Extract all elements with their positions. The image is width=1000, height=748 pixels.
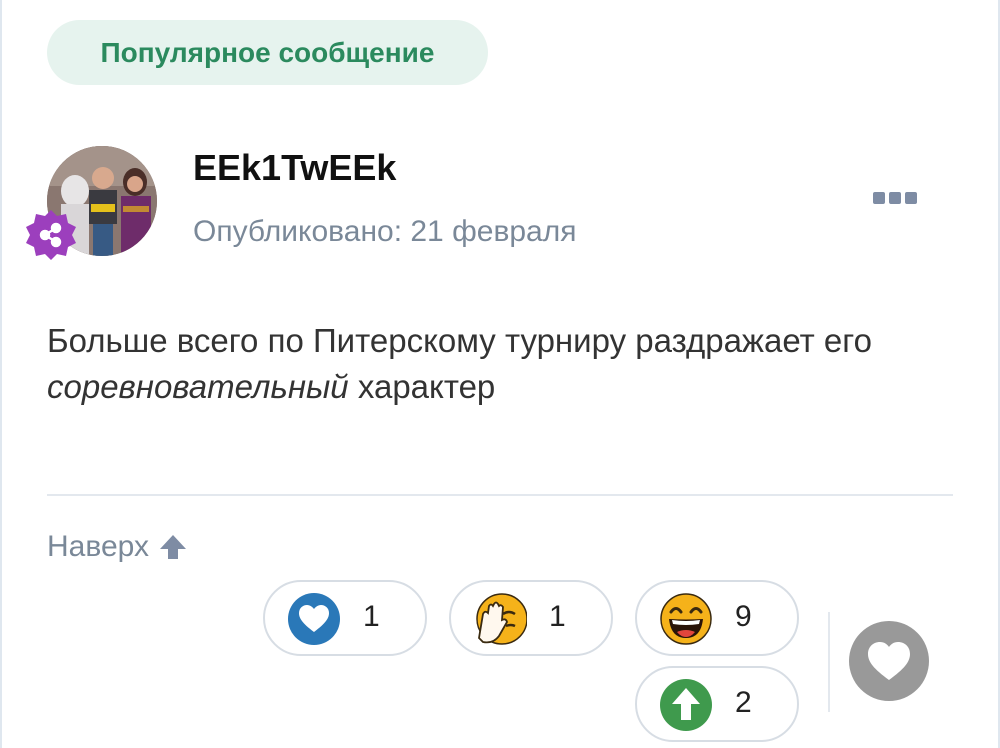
- reaction-facepalm[interactable]: 1: [449, 580, 613, 656]
- reaction-count: 2: [735, 686, 752, 719]
- group-badge: [26, 210, 76, 260]
- post-text-end: характер: [348, 368, 496, 405]
- more-dot: [889, 192, 901, 204]
- facepalm-emoji-icon: [476, 593, 527, 645]
- heart-icon: [288, 593, 340, 645]
- post-author[interactable]: EEk1TwEEk: [193, 147, 396, 189]
- post-body: Больше всего по Питерскому турниру раздр…: [47, 318, 947, 410]
- reaction-heart[interactable]: 1: [263, 580, 427, 656]
- reaction-laughing[interactable]: 9: [635, 580, 799, 656]
- reaction-count: 1: [549, 600, 566, 633]
- post-text-italic: соревновательный: [47, 368, 349, 405]
- like-button[interactable]: [849, 621, 929, 701]
- laughing-emoji-icon: [660, 593, 712, 645]
- more-icon[interactable]: [873, 190, 921, 206]
- more-dot: [905, 192, 917, 204]
- frame-border-left: [0, 0, 2, 748]
- reaction-count: 9: [735, 600, 752, 633]
- divider: [47, 494, 953, 496]
- heart-icon: [868, 642, 910, 680]
- reactions-separator: [828, 612, 830, 712]
- post-date: Опубликовано: 21 февраля: [193, 215, 577, 248]
- more-dot: [873, 192, 885, 204]
- popular-post-badge: Популярное сообщение: [47, 20, 488, 85]
- reaction-count: 1: [363, 600, 380, 633]
- arrow-up-icon: [159, 535, 186, 559]
- back-to-top-label: Наверх: [47, 530, 149, 563]
- back-to-top-link[interactable]: Наверх: [47, 530, 189, 564]
- post-text: Больше всего по Питерскому турниру раздр…: [47, 322, 872, 359]
- reaction-upvote[interactable]: 2: [635, 666, 799, 742]
- upvote-icon: [660, 679, 712, 731]
